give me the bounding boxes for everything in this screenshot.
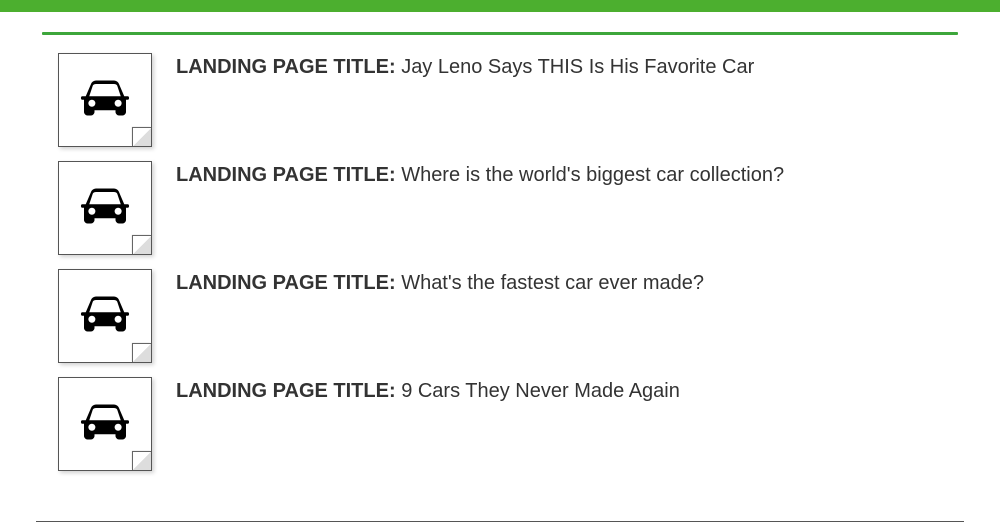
title-text: Where is the world's biggest car collect…	[401, 164, 784, 186]
title-text: What's the fastest car ever made?	[401, 272, 704, 294]
divider-green	[42, 32, 958, 35]
page-thumbnail	[58, 377, 152, 471]
top-green-band	[0, 0, 1000, 12]
car-icon	[77, 77, 133, 124]
title-line: LANDING PAGE TITLE: What's the fastest c…	[176, 269, 704, 296]
title-line: LANDING PAGE TITLE: Where is the world's…	[176, 161, 784, 188]
list-item: LANDING PAGE TITLE: What's the fastest c…	[58, 269, 942, 363]
title-text: 9 Cars They Never Made Again	[401, 380, 680, 402]
label: LANDING PAGE TITLE:	[176, 272, 396, 294]
page-thumbnail	[58, 161, 152, 255]
title-line: LANDING PAGE TITLE: Jay Leno Says THIS I…	[176, 53, 754, 80]
list-item: LANDING PAGE TITLE: Where is the world's…	[58, 161, 942, 255]
title-text: Jay Leno Says THIS Is His Favorite Car	[401, 56, 754, 78]
car-icon	[77, 293, 133, 340]
car-icon	[77, 401, 133, 448]
list-item: LANDING PAGE TITLE: Jay Leno Says THIS I…	[58, 53, 942, 147]
item-list: LANDING PAGE TITLE: Jay Leno Says THIS I…	[36, 47, 964, 471]
car-icon	[77, 185, 133, 232]
label: LANDING PAGE TITLE:	[176, 380, 396, 402]
divider-bottom	[36, 521, 964, 522]
list-item: LANDING PAGE TITLE: 9 Cars They Never Ma…	[58, 377, 942, 471]
title-line: LANDING PAGE TITLE: 9 Cars They Never Ma…	[176, 377, 680, 404]
content-area: LANDING PAGE TITLE: Jay Leno Says THIS I…	[0, 32, 1000, 471]
label: LANDING PAGE TITLE:	[176, 164, 396, 186]
page-thumbnail	[58, 53, 152, 147]
page-thumbnail	[58, 269, 152, 363]
label: LANDING PAGE TITLE:	[176, 56, 396, 78]
